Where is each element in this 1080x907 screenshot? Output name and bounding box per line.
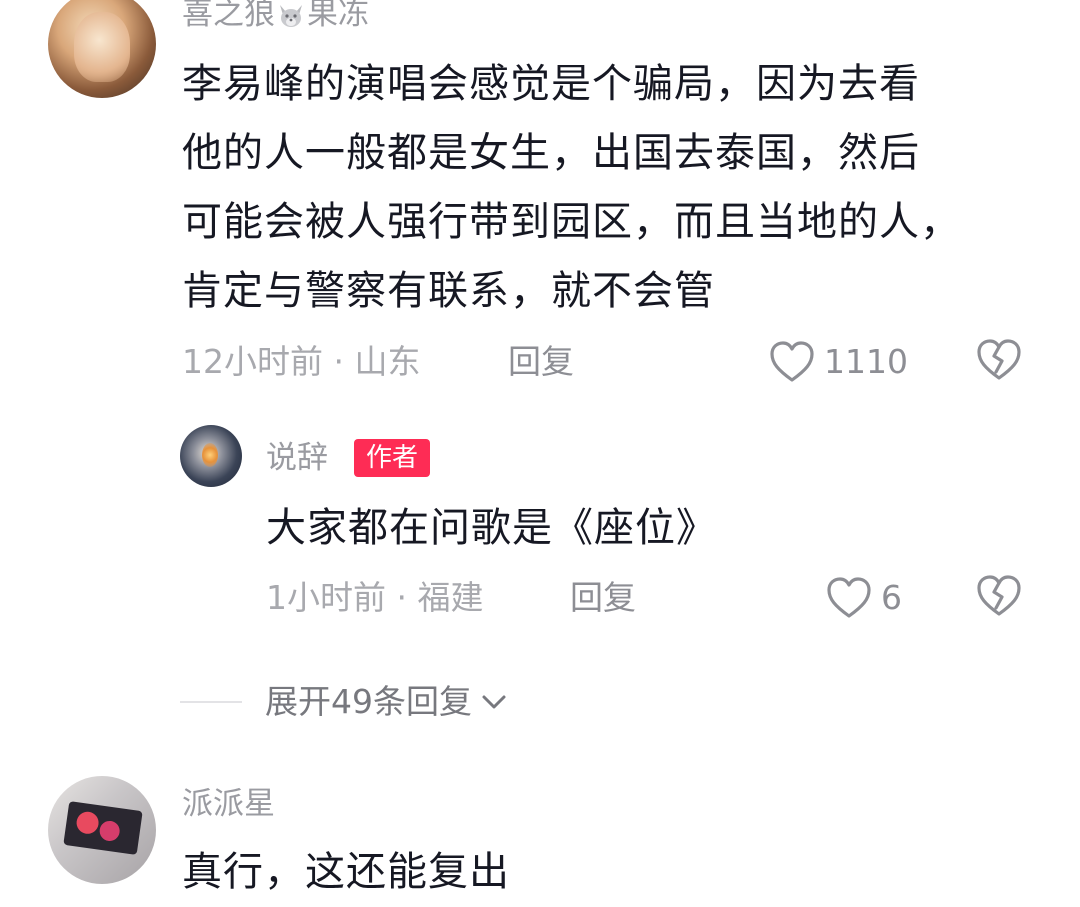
expand-replies-label: 展开49条回复	[265, 682, 472, 721]
author-badge: 作者	[354, 439, 431, 477]
comment-username[interactable]: 喜之狼 果冻	[182, 0, 369, 32]
heart-icon	[827, 577, 871, 618]
comment-line: 他的人一般都是女生，出国去泰国，然后	[182, 130, 920, 176]
comment-line: 可能会被人强行带到园区，而且当地的人，	[182, 199, 961, 245]
reply-button[interactable]: 回复	[570, 578, 636, 618]
comment-username[interactable]: 派派星	[182, 786, 275, 822]
broken-heart-icon	[977, 575, 1021, 616]
comment-text: 大家都在问歌是《座位》	[266, 505, 717, 551]
wolf-emoji-icon	[280, 4, 302, 27]
like-button[interactable]: 1110	[768, 340, 908, 384]
user-avatar[interactable]	[48, 776, 156, 884]
like-count: 6	[881, 578, 902, 617]
comment-line: 肯定与警察有联系，就不会管	[182, 268, 715, 314]
reply-button[interactable]: 回复	[508, 342, 574, 382]
chevron-down-icon	[482, 695, 506, 709]
expand-replies-button[interactable]: 展开49条回复	[265, 682, 508, 722]
comment-text: 真行，这还能复出	[182, 849, 510, 895]
dislike-button[interactable]	[975, 338, 1023, 386]
comment-meta: 1小时前 · 福建	[266, 578, 484, 617]
avatar-glow	[202, 443, 218, 467]
expand-divider	[180, 701, 242, 703]
comment-text: 李易峰的演唱会感觉是个骗局，因为去看 他的人一般都是女生，出国去泰国，然后 可能…	[182, 50, 1042, 326]
comment-username[interactable]: 说辞	[266, 440, 328, 476]
comment-line: 李易峰的演唱会感觉是个骗局，因为去看	[182, 61, 920, 107]
username-part: 喜之狼	[182, 0, 275, 32]
comment-meta: 12小时前 · 山东	[182, 342, 421, 381]
avatar-card	[63, 801, 143, 855]
broken-heart-icon	[977, 339, 1021, 380]
like-button[interactable]: 6	[825, 576, 902, 620]
user-avatar[interactable]	[48, 0, 156, 98]
like-count: 1110	[824, 342, 908, 381]
dislike-button[interactable]	[975, 574, 1023, 622]
username-part: 果冻	[307, 0, 369, 32]
user-avatar[interactable]	[180, 425, 242, 487]
heart-icon	[770, 341, 814, 382]
avatar-face	[74, 12, 130, 82]
